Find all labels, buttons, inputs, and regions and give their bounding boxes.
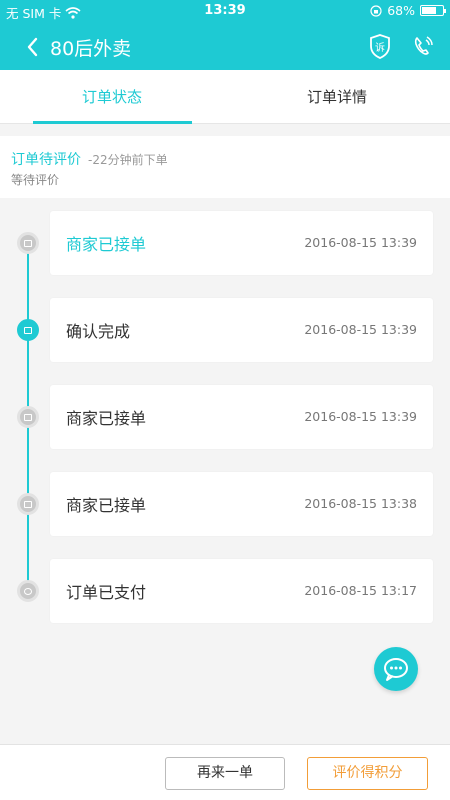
status-bar: 无 SIM 卡 13:39 68%	[0, 0, 450, 22]
timeline-card: 商家已接单 2016-08-15 13:39	[50, 385, 433, 449]
store-icon	[17, 406, 39, 428]
chat-bubble-icon	[384, 658, 408, 681]
timeline-title: 订单已支付	[66, 583, 147, 602]
reorder-button[interactable]: 再来一单	[165, 757, 285, 790]
store-icon	[17, 493, 39, 515]
timeline-card: 商家已接单 2016-08-15 13:38	[50, 472, 433, 536]
order-status-title: 订单待评价	[11, 152, 81, 168]
page-title: 80后外卖	[50, 38, 132, 60]
timeline-card: 确认完成 2016-08-15 13:39	[50, 298, 433, 362]
document-icon	[17, 319, 39, 341]
tab-bar: 订单状态 订单详情	[0, 70, 450, 124]
call-button[interactable]	[409, 32, 437, 60]
wallet-icon	[17, 580, 39, 602]
timeline-time: 2016-08-15 13:38	[304, 496, 417, 511]
complaint-icon: 诉	[370, 34, 390, 59]
order-time-ago: -22分钟前下单	[88, 153, 168, 167]
timeline-card: 订单已支付 2016-08-15 13:17	[50, 559, 433, 623]
active-tab-indicator	[33, 121, 192, 124]
store-icon	[17, 232, 39, 254]
complaint-button[interactable]: 诉	[366, 32, 394, 60]
timeline-time: 2016-08-15 13:17	[304, 583, 417, 598]
timeline-card: 商家已接单 2016-08-15 13:39	[50, 211, 433, 275]
battery-icon	[420, 5, 446, 16]
timeline-title: 商家已接单	[66, 496, 147, 515]
tab-order-details[interactable]: 订单详情	[257, 70, 417, 124]
orientation-lock-icon	[370, 4, 382, 17]
back-button[interactable]	[20, 33, 46, 61]
app-header: 无 SIM 卡 13:39 68% 80后外卖 诉	[0, 0, 450, 70]
battery-fill	[422, 7, 436, 14]
bottom-action-bar: 再来一单 评价得积分	[0, 744, 450, 800]
order-status-description: 等待评价	[11, 173, 60, 187]
review-button[interactable]: 评价得积分	[307, 757, 428, 790]
chat-button[interactable]	[374, 647, 418, 691]
battery-percent: 68%	[387, 3, 415, 18]
nav-bar: 80后外卖 诉	[0, 24, 450, 70]
status-right: 68%	[370, 3, 446, 18]
chevron-left-icon	[27, 37, 38, 57]
timeline-time: 2016-08-15 13:39	[304, 235, 417, 250]
timeline-time: 2016-08-15 13:39	[304, 322, 417, 337]
tab-order-status[interactable]: 订单状态	[32, 70, 192, 124]
complaint-glyph: 诉	[375, 41, 385, 54]
phone-icon	[414, 36, 433, 55]
order-status-summary: 订单待评价 -22分钟前下单 等待评价	[0, 136, 450, 198]
timeline-title: 商家已接单	[66, 409, 147, 428]
timeline-title: 商家已接单	[66, 235, 147, 254]
timeline-title: 确认完成	[66, 322, 131, 341]
timeline-time: 2016-08-15 13:39	[304, 409, 417, 424]
